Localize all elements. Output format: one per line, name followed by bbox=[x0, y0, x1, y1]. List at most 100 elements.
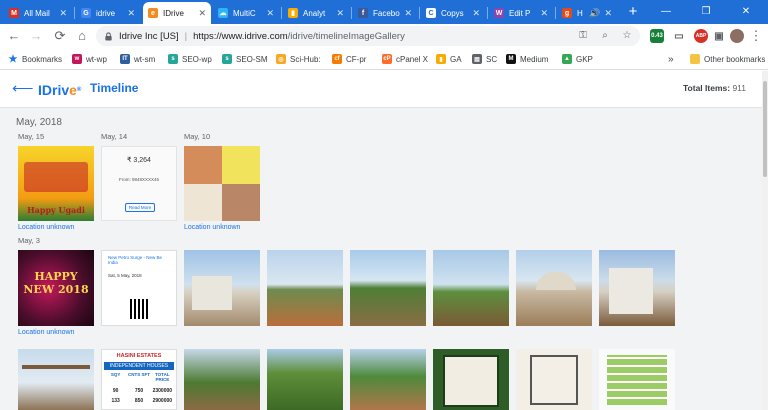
extension-card[interactable]: ▭ bbox=[672, 29, 686, 43]
tab-label: H bbox=[577, 8, 583, 18]
tab-copyscape[interactable]: C Copys ✕ bbox=[421, 2, 485, 24]
photo-floor-plan[interactable] bbox=[516, 349, 592, 410]
collage-tile bbox=[222, 184, 260, 221]
photo-collage[interactable] bbox=[184, 146, 260, 221]
new-year-text: HAPPY NEW 2018 bbox=[23, 270, 89, 296]
photo-site-road[interactable] bbox=[267, 250, 343, 326]
tab-google-search[interactable]: G idrive ✕ bbox=[76, 2, 140, 24]
bookmark-seo-sm[interactable]: s SEO-SM bbox=[222, 52, 268, 66]
menu-icon[interactable]: ⋮ bbox=[748, 28, 764, 44]
tab-idrive[interactable]: e IDrive ✕ bbox=[143, 2, 211, 24]
multicloud-icon: ☁ bbox=[218, 8, 228, 18]
close-tab-icon[interactable]: ✕ bbox=[472, 8, 480, 19]
photo-pavilion[interactable] bbox=[18, 349, 94, 410]
plan-sheet bbox=[443, 355, 499, 407]
close-tab-icon[interactable]: ✕ bbox=[336, 8, 344, 19]
bookmark-cf-pr[interactable]: cf CF-pr bbox=[332, 52, 366, 66]
photo-garden[interactable] bbox=[350, 349, 426, 410]
reload-button[interactable]: ⟳ bbox=[52, 28, 68, 44]
photo-phone-screenshot[interactable]: ₹ 3,264 From: 9848XXXX45 Read More bbox=[101, 146, 177, 221]
bookmark-seo-wp[interactable]: s SEO-wp bbox=[168, 52, 212, 66]
total-items: Total Items: 911 bbox=[683, 83, 746, 93]
tab-separator bbox=[281, 7, 282, 19]
new-tab-button[interactable]: + bbox=[624, 3, 642, 21]
back-arrow-icon[interactable]: ⟵ bbox=[12, 80, 34, 98]
close-tab-icon[interactable]: ✕ bbox=[198, 8, 206, 19]
photo-app-screenshot[interactable]: New Petro Surge - New Be India Sat, 5 Ma… bbox=[101, 250, 177, 326]
bookmark-wt-sm[interactable]: IT wt-sm bbox=[120, 52, 155, 66]
photo-layout-plan[interactable] bbox=[599, 349, 675, 410]
group-date: May, 10 bbox=[184, 132, 211, 141]
close-tab-icon[interactable]: ✕ bbox=[59, 8, 67, 19]
bookmark-ga[interactable]: ▮ GA bbox=[436, 52, 462, 66]
close-tab-icon[interactable]: ✕ bbox=[540, 8, 548, 19]
site-icon: s bbox=[222, 54, 232, 64]
photo-site-building[interactable] bbox=[184, 250, 260, 326]
bookmark-star-icon[interactable]: ☆ bbox=[620, 28, 634, 44]
tab-label: Edit P bbox=[509, 8, 531, 18]
other-bookmarks[interactable]: Other bookmarks bbox=[690, 52, 765, 66]
bookmark-bookmarks[interactable]: ★ Bookmarks bbox=[8, 52, 63, 66]
star-icon: ★ bbox=[8, 53, 18, 65]
photo-site-house[interactable] bbox=[599, 250, 675, 326]
extension-timer[interactable]: 0.43 bbox=[650, 29, 664, 43]
bookmark-wt-wp[interactable]: w wt-wp bbox=[72, 52, 107, 66]
home-button[interactable]: ⌂ bbox=[74, 28, 90, 44]
greeting-text: Happy Ugadi bbox=[27, 205, 85, 215]
tab-audio[interactable]: g H 🔊 ✕ bbox=[557, 2, 617, 24]
location-label[interactable]: Location unknown bbox=[18, 224, 74, 231]
zoom-icon[interactable]: ⌕ bbox=[598, 28, 612, 44]
extension-box[interactable]: ▣ bbox=[712, 29, 726, 43]
address-bar[interactable]: Idrive Inc [US] | https://www.idrive.com… bbox=[96, 26, 640, 46]
back-button[interactable]: ← bbox=[6, 28, 22, 44]
tab-facebook[interactable]: f Facebo ✕ bbox=[353, 2, 417, 24]
scrollbar-thumb[interactable] bbox=[763, 81, 767, 177]
close-tab-icon[interactable]: ✕ bbox=[404, 8, 412, 19]
photo-site-path[interactable] bbox=[350, 250, 426, 326]
photo-site-clubhouse[interactable] bbox=[516, 250, 592, 326]
month-heading: May, 2018 bbox=[16, 117, 62, 128]
photo-brochure[interactable]: HASINI ESTATES INDEPENDENT HOUSES SQY CN… bbox=[101, 349, 177, 410]
tab-label: MultiC bbox=[233, 8, 256, 18]
speaker-icon[interactable]: 🔊 bbox=[589, 8, 600, 19]
idrive-logo[interactable]: IDriv e ® bbox=[38, 80, 81, 100]
site-icon: s bbox=[168, 54, 178, 64]
location-label[interactable]: Location unknown bbox=[184, 224, 240, 231]
location-label[interactable]: Location unknown bbox=[18, 329, 74, 336]
photo-site-entrance[interactable] bbox=[184, 349, 260, 410]
photo-ugadi-greeting[interactable]: Happy Ugadi bbox=[18, 146, 94, 221]
more-bookmarks-button[interactable]: » bbox=[668, 52, 674, 66]
forward-button[interactable]: → bbox=[28, 28, 44, 44]
bookmark-medium[interactable]: M Medium bbox=[506, 52, 548, 66]
google-icon: G bbox=[81, 8, 91, 18]
tab-multicloud[interactable]: ☁ MultiC ✕ bbox=[213, 2, 279, 24]
photo-site-field[interactable] bbox=[433, 250, 509, 326]
tab-label: Facebo bbox=[373, 8, 400, 18]
bookmark-sc[interactable]: ▤ SC bbox=[472, 52, 497, 66]
close-window-button[interactable]: ✕ bbox=[726, 2, 766, 22]
photo-aerial-view[interactable] bbox=[267, 349, 343, 410]
close-tab-icon[interactable]: ✕ bbox=[266, 8, 274, 19]
bookmark-cpanel[interactable]: cP cPanel X bbox=[382, 52, 428, 66]
tab-analytics[interactable]: ▮ Analyt ✕ bbox=[283, 2, 349, 24]
close-tab-icon[interactable]: ✕ bbox=[604, 8, 612, 19]
bookmark-label: Sci-Hub: bbox=[290, 54, 321, 64]
photo-new-year[interactable]: HAPPY NEW 2018 bbox=[18, 250, 94, 326]
bookmark-sci-hub[interactable]: ◎ Sci-Hub: bbox=[276, 52, 321, 66]
read-more-button: Read More bbox=[125, 203, 155, 212]
minimize-button[interactable]: — bbox=[646, 2, 686, 22]
page-scrollbar[interactable] bbox=[762, 71, 768, 410]
key-icon[interactable]: ⚿ bbox=[576, 28, 590, 44]
bookmark-label: GA bbox=[450, 54, 462, 64]
tab-edit-post[interactable]: W Edit P ✕ bbox=[489, 2, 553, 24]
close-tab-icon[interactable]: ✕ bbox=[127, 8, 135, 19]
tab-gmail[interactable]: M All Mail ✕ bbox=[4, 2, 72, 24]
avatar[interactable] bbox=[730, 29, 744, 43]
bookmark-label: wt-wp bbox=[86, 54, 107, 64]
restore-button[interactable]: ❐ bbox=[686, 2, 726, 22]
tab-separator bbox=[74, 7, 75, 19]
extension-abp[interactable]: ABP bbox=[694, 29, 708, 43]
tab-separator bbox=[555, 7, 556, 19]
photo-floor-plan-dark[interactable] bbox=[433, 349, 509, 410]
bookmark-gkp[interactable]: ▲ GKP bbox=[562, 52, 593, 66]
